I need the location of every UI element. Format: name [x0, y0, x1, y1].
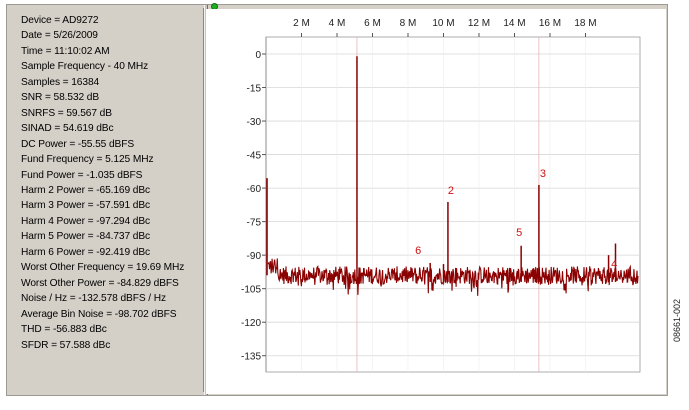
harmonic-marker-label: 4	[611, 259, 617, 271]
x-tick-label: 16 M	[539, 18, 561, 29]
y-tick-label: 0	[255, 50, 261, 61]
plot-background	[206, 9, 666, 394]
x-tick-label: 10 M	[432, 18, 454, 29]
x-tick-label: 6 M	[364, 18, 381, 29]
x-tick-label: 4 M	[329, 18, 346, 29]
y-tick-label: -75	[247, 218, 262, 229]
x-tick-label: 14 M	[503, 18, 525, 29]
y-tick-label: -120	[241, 318, 261, 329]
figure-id: 08661-002	[672, 298, 682, 342]
y-tick-label: -105	[241, 285, 261, 296]
x-tick-label: 8 M	[400, 18, 417, 29]
y-tick-label: -135	[241, 352, 261, 363]
harmonic-marker-label: 3	[540, 168, 546, 180]
x-tick-label: 12 M	[468, 18, 490, 29]
x-tick-label: 2 M	[293, 18, 310, 29]
x-tick-label: 18 M	[574, 18, 596, 29]
y-tick-label: -15	[247, 84, 262, 95]
y-tick-label: -30	[247, 117, 262, 128]
y-tick-label: -90	[247, 251, 262, 262]
harmonic-marker-label: 2	[448, 185, 454, 197]
y-tick-label: -45	[247, 151, 262, 162]
y-tick-label: -60	[247, 184, 262, 195]
harmonic-marker-label: 5	[516, 227, 522, 239]
harmonic-marker-label: 6	[415, 245, 421, 257]
fft-plot: 0 -15 -30 -45 -60 -75 -90 -105 -120 -135 2 M 4 M 6 M…	[206, 9, 666, 394]
